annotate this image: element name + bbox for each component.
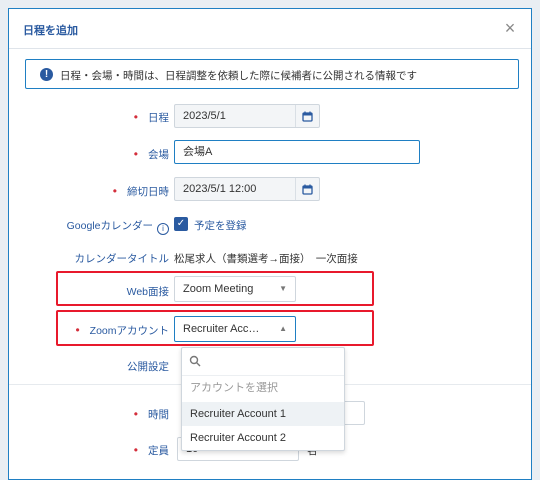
google-calendar-label: Googleカレンダー i: [67, 218, 169, 235]
dialog-header: 日程を追加 ×: [9, 9, 531, 49]
web-interview-label: Web面接: [126, 286, 169, 298]
dialog-title: 日程を追加: [23, 25, 78, 37]
venue-input[interactable]: 会場A: [174, 140, 420, 164]
caret-down-icon: ▼: [279, 284, 287, 293]
close-icon[interactable]: ×: [499, 17, 521, 39]
zoom-account-dropdown: アカウントを選択 Recruiter Account 1 Recruiter A…: [181, 347, 345, 451]
calendar-title-label: カレンダータイトル: [74, 253, 170, 265]
time-label: • 時間: [133, 407, 169, 421]
info-text: 日程・会場・時間は、日程調整を依頼した際に候補者に公開される情報です: [60, 70, 417, 82]
capacity-label: • 定員: [133, 443, 169, 457]
schedule-date-input[interactable]: 2023/5/1: [174, 104, 320, 128]
deadline-label: • 締切日時: [112, 184, 169, 198]
calendar-icon[interactable]: [295, 105, 319, 127]
help-icon[interactable]: i: [157, 223, 169, 235]
add-schedule-dialog: 日程を追加 × ! 日程・会場・時間は、日程調整を依頼した際に候補者に公開される…: [8, 8, 532, 480]
deadline-input[interactable]: 2023/5/1 12:00: [174, 177, 320, 201]
dropdown-option-placeholder[interactable]: アカウントを選択: [182, 376, 344, 400]
google-calendar-checkbox[interactable]: ✓: [174, 217, 188, 231]
dropdown-search-input[interactable]: [182, 348, 344, 376]
public-settings-label: 公開設定: [127, 361, 169, 373]
dropdown-option-account-2[interactable]: Recruiter Account 2: [182, 426, 344, 450]
caret-up-icon: ▲: [279, 324, 287, 333]
info-icon: !: [40, 68, 53, 81]
schedule-label: • 日程: [133, 110, 169, 124]
web-interview-select[interactable]: Zoom Meeting ▼: [174, 276, 296, 302]
venue-label: • 会場: [133, 147, 169, 161]
dropdown-option-account-1[interactable]: Recruiter Account 1: [182, 402, 344, 426]
calendar-title-value: 松尾求人（書類選考→面接） 一次面接: [174, 253, 358, 265]
search-icon: [189, 355, 201, 367]
info-banner: ! 日程・会場・時間は、日程調整を依頼した際に候補者に公開される情報です: [25, 59, 519, 89]
google-calendar-checkbox-label: 予定を登録: [194, 220, 247, 232]
calendar-icon[interactable]: [295, 178, 319, 200]
required-mark: •: [133, 110, 138, 124]
zoom-account-label: • Zoomアカウント: [75, 323, 169, 337]
zoom-account-select[interactable]: Recruiter Acc… ▲: [174, 316, 296, 342]
